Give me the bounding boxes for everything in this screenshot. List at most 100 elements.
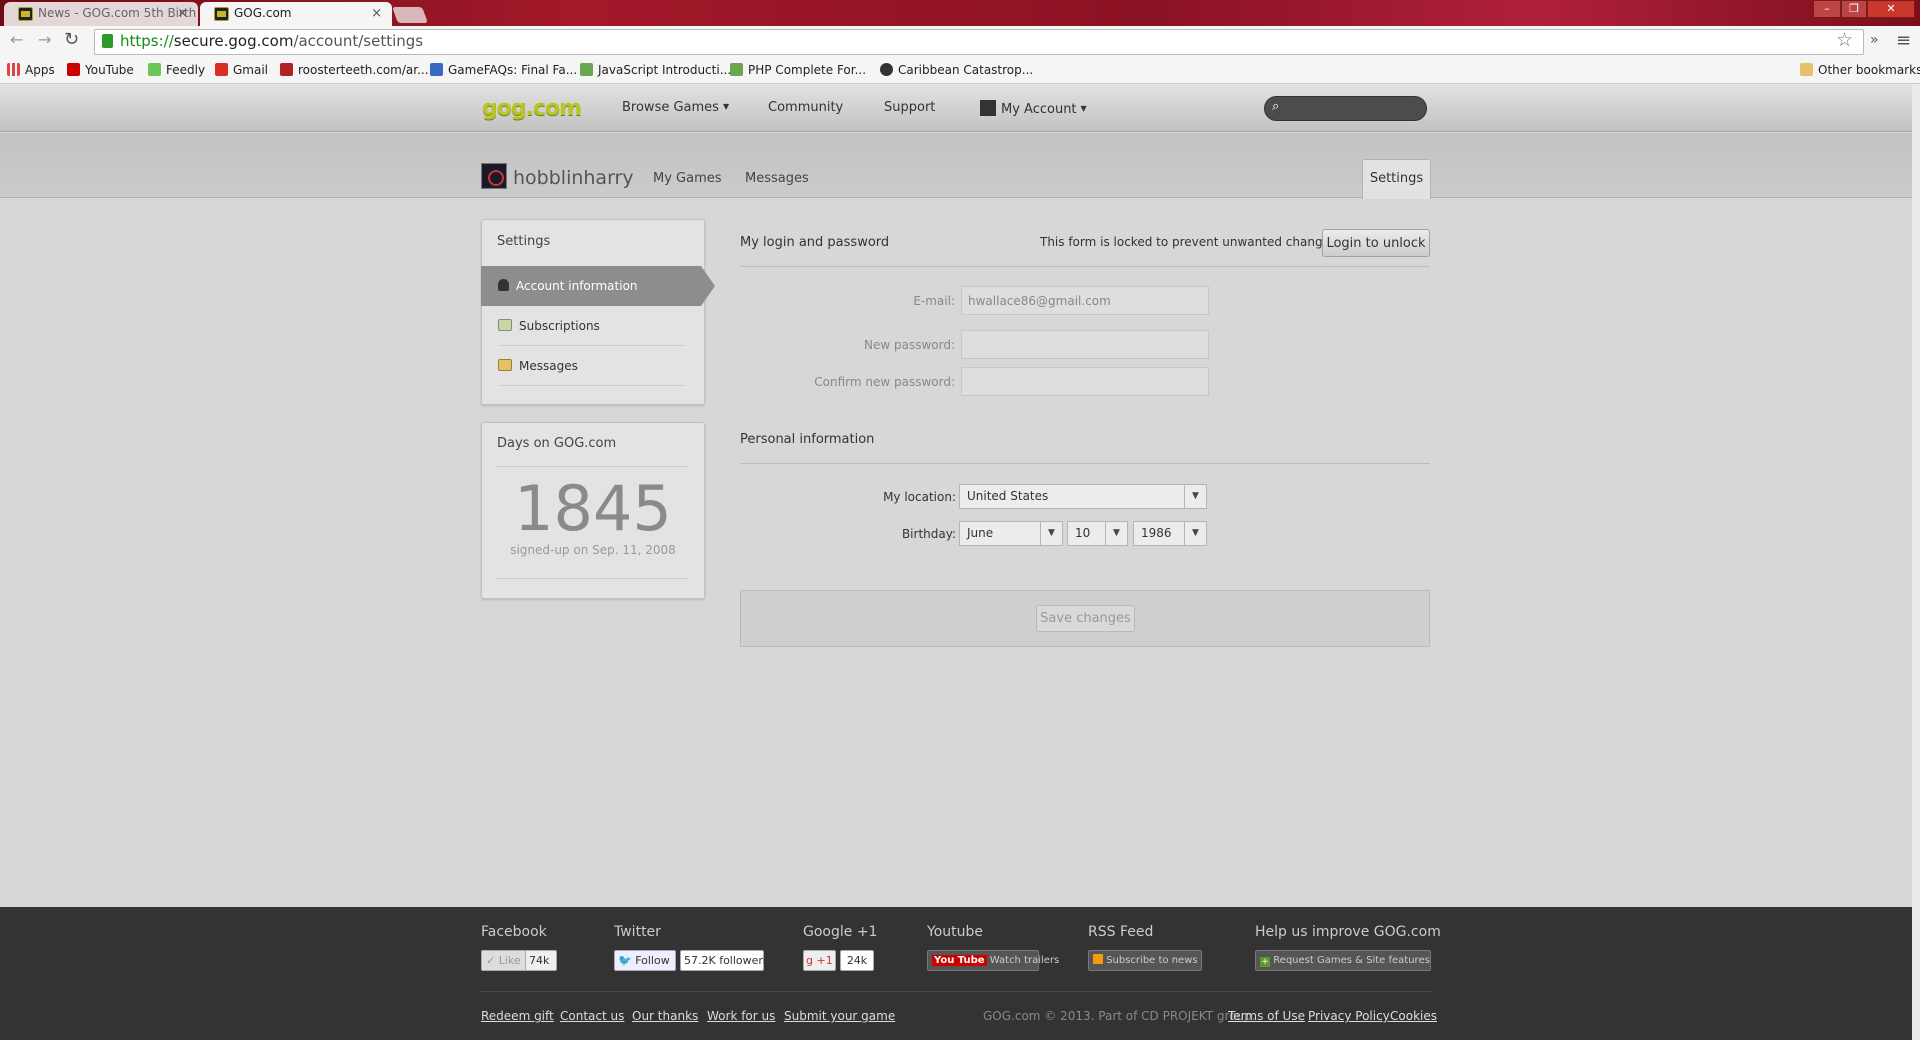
w3-icon: [580, 63, 593, 76]
footer-link-contact-us[interactable]: Contact us: [560, 1009, 624, 1023]
dropdown-arrow-icon: ▼: [1105, 522, 1127, 545]
rss-subscribe-button[interactable]: Subscribe to news: [1088, 950, 1202, 971]
nav-support[interactable]: Support: [884, 100, 935, 115]
days-count: 1845: [514, 472, 672, 545]
sidebar-item-label: Messages: [519, 359, 578, 373]
gog-logo[interactable]: gog.com: [482, 96, 582, 121]
page-scrollbar[interactable]: [1912, 84, 1920, 1040]
bookmark-roosterteeth[interactable]: roosterteeth.com/ar...: [280, 61, 429, 79]
bookmark-caribbean[interactable]: Caribbean Catastrop...: [880, 61, 1033, 79]
location-select[interactable]: United States ▼: [959, 484, 1207, 509]
bookmark-php[interactable]: PHP Complete For...: [730, 61, 866, 79]
footer-twitter-title: Twitter: [614, 924, 661, 940]
bookmark-label: roosterteeth.com/ar...: [298, 63, 429, 77]
button-label: Like: [498, 954, 521, 967]
feedly-icon: [148, 63, 161, 76]
user-silhouette-icon: [498, 279, 509, 291]
new-tab-button[interactable]: [392, 7, 428, 23]
tab-messages[interactable]: Messages: [745, 171, 809, 186]
tab-my-games[interactable]: My Games: [653, 171, 722, 186]
settings-menu-title: Settings: [497, 234, 551, 249]
caret-down-icon: ▼: [722, 102, 730, 111]
birth-month-select[interactable]: June ▼: [959, 521, 1063, 546]
avatar[interactable]: [481, 163, 507, 189]
login-to-unlock-button[interactable]: Login to unlock: [1322, 229, 1430, 257]
sidebar-item-messages[interactable]: Messages: [498, 346, 686, 386]
email-field[interactable]: [961, 286, 1209, 315]
signup-date: signed-up on Sep. 11, 2008: [510, 543, 676, 557]
footer-link-our-thanks[interactable]: Our thanks: [632, 1009, 698, 1023]
bookmark-gamefaqs[interactable]: GameFAQs: Final Fa...: [430, 61, 577, 79]
footer-link-submit-game[interactable]: Submit your game: [784, 1009, 895, 1023]
url-text[interactable]: https://secure.gog.com/account/settings: [120, 32, 423, 50]
forward-arrow-icon[interactable]: →: [38, 30, 51, 49]
footer-facebook-title: Facebook: [481, 924, 547, 940]
gamefaqs-icon: [430, 63, 443, 76]
confirm-password-field[interactable]: [961, 367, 1209, 396]
bookmark-apps[interactable]: Apps: [7, 61, 55, 79]
select-value: United States: [967, 489, 1049, 503]
birth-day-select[interactable]: 10 ▼: [1067, 521, 1128, 546]
nav-browse-games[interactable]: Browse Games ▼: [622, 100, 729, 115]
sidebar-item-label: Subscriptions: [519, 319, 600, 333]
nav-label: Browse Games: [622, 100, 719, 115]
extensions-chevron-icon[interactable]: »: [1870, 32, 1879, 48]
facebook-like-widget[interactable]: ✓ Like 74k: [481, 950, 557, 971]
button-label: Request Games & Site features: [1273, 955, 1430, 966]
footer-link-privacy[interactable]: Privacy Policy: [1308, 1009, 1390, 1023]
new-password-label: New password:: [863, 338, 955, 352]
tab-gog-active[interactable]: GOG.com ×: [200, 2, 392, 26]
divider: [497, 578, 687, 579]
tab-gog-news[interactable]: News - GOG.com 5th Birth ×: [4, 2, 198, 26]
select-value: 10: [1075, 526, 1091, 540]
close-window-icon[interactable]: ✕: [1867, 0, 1915, 18]
bookmark-star-icon[interactable]: ☆: [1836, 29, 1853, 51]
sidebar-item-account-information[interactable]: Account information: [498, 266, 686, 306]
user-bar: [0, 133, 1920, 198]
reload-icon[interactable]: ↻: [64, 29, 79, 50]
facebook-like-button[interactable]: ✓ Like: [482, 951, 526, 970]
sidebar-item-subscriptions[interactable]: Subscriptions: [498, 306, 686, 346]
caret-down-icon: ▼: [1080, 104, 1087, 113]
bookmark-youtube[interactable]: YouTube: [67, 61, 134, 79]
twitter-follower-count: 57.2K followers: [680, 950, 769, 971]
bookmark-label: YouTube: [85, 63, 134, 77]
username[interactable]: hobblinharry: [513, 167, 634, 189]
confirm-password-label: Confirm new password:: [814, 375, 955, 389]
gog-favicon-icon: [18, 7, 33, 21]
google-plus-one-button[interactable]: g +1: [803, 950, 836, 971]
minimize-window-icon[interactable]: –: [1813, 0, 1841, 18]
ssl-lock-icon[interactable]: [102, 34, 113, 48]
footer-link-redeem-gift[interactable]: Redeem gift: [481, 1009, 554, 1023]
browser-menu-icon[interactable]: ≡: [1896, 30, 1911, 51]
search-input[interactable]: [1264, 96, 1427, 121]
copyright: GOG.com © 2013. Part of CD PROJEKT group…: [983, 1009, 1256, 1023]
youtube-watch-trailers-button[interactable]: You Tube Watch trailers: [927, 950, 1059, 971]
other-bookmarks[interactable]: Other bookmarks: [1800, 61, 1920, 79]
bookmark-javascript[interactable]: JavaScript Introducti...: [580, 61, 731, 79]
footer-link-work-for-us[interactable]: Work for us: [707, 1009, 775, 1023]
close-tab-icon[interactable]: ×: [177, 2, 188, 25]
footer-link-cookies[interactable]: Cookies: [1390, 1009, 1437, 1023]
footer-google-title: Google +1: [803, 924, 878, 940]
footer-link-terms[interactable]: Terms of Use: [1228, 1009, 1305, 1023]
back-arrow-icon[interactable]: ←: [10, 30, 23, 49]
tab-label: News - GOG.com 5th Birth: [38, 6, 197, 20]
maximize-window-icon[interactable]: ❐: [1841, 0, 1867, 18]
birth-year-select[interactable]: 1986 ▼: [1133, 521, 1207, 546]
button-label: +1: [816, 954, 833, 967]
bookmark-label: Apps: [25, 63, 55, 77]
save-changes-button[interactable]: Save changes: [1036, 605, 1135, 632]
footer-help-title: Help us improve GOG.com: [1255, 924, 1441, 940]
nav-community[interactable]: Community: [768, 100, 843, 115]
twitter-follow-button[interactable]: 🐦 Follow: [614, 950, 676, 971]
new-password-field[interactable]: [961, 330, 1209, 359]
nav-my-account[interactable]: My Account ▼: [980, 100, 1087, 117]
tab-settings[interactable]: Settings: [1362, 159, 1431, 199]
bookmark-gmail[interactable]: Gmail: [215, 61, 268, 79]
request-games-button[interactable]: + Request Games & Site features: [1255, 950, 1431, 971]
close-tab-icon[interactable]: ×: [371, 2, 382, 25]
bookmark-label: Caribbean Catastrop...: [898, 63, 1034, 77]
tab-label: GOG.com: [234, 6, 292, 20]
bookmark-feedly[interactable]: Feedly: [148, 61, 205, 79]
